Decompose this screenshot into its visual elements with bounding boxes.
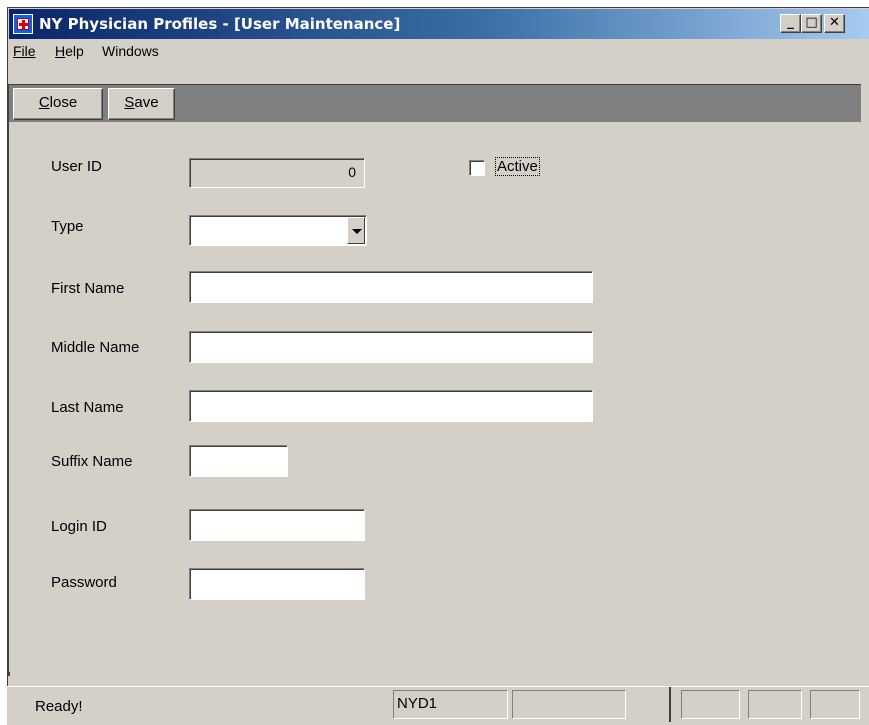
status-bar: Ready! NYD1	[7, 686, 869, 725]
status-panel-2	[512, 690, 626, 719]
suffix-name-input[interactable]	[189, 445, 288, 477]
status-panel-database: NYD1	[393, 690, 508, 719]
status-panel-5	[810, 690, 860, 719]
menu-help[interactable]: Help	[55, 43, 84, 59]
middle-name-input[interactable]	[189, 331, 593, 363]
password-label: Password	[51, 574, 117, 591]
maximize-button[interactable]: □	[801, 14, 822, 33]
close-icon: ✕	[829, 15, 840, 30]
status-separator	[669, 687, 671, 722]
menu-file[interactable]: File	[13, 43, 36, 59]
first-name-input[interactable]	[189, 271, 593, 303]
menu-windows[interactable]: Windows	[102, 43, 159, 59]
menu-bar: File Help Windows	[9, 40, 869, 62]
user-id-label: User ID	[51, 158, 102, 175]
chevron-down-icon	[352, 229, 362, 234]
type-dropdown-button[interactable]	[347, 217, 365, 244]
password-input[interactable]	[189, 568, 365, 600]
first-name-label: First Name	[51, 280, 125, 297]
active-checkbox[interactable]	[469, 160, 485, 176]
menu-file-label: File	[13, 43, 36, 59]
status-panel-4	[748, 690, 802, 719]
maximize-icon: □	[805, 15, 818, 30]
status-panel-3	[681, 690, 740, 719]
user-id-field: 0	[189, 158, 365, 188]
minimize-button[interactable]: _	[780, 14, 801, 33]
middle-name-label: Middle Name	[51, 339, 140, 356]
type-label: Type	[51, 218, 84, 235]
login-id-input[interactable]	[189, 509, 365, 541]
close-window-button[interactable]: ✕	[824, 14, 845, 33]
close-button[interactable]: Close	[13, 88, 103, 120]
last-name-input[interactable]	[189, 390, 593, 422]
window-title: NY Physician Profiles - [User Maintenanc…	[39, 15, 401, 33]
last-name-label: Last Name	[51, 399, 124, 416]
save-button[interactable]: Save	[108, 88, 175, 120]
suffix-name-label: Suffix Name	[51, 453, 133, 470]
minimize-icon: _	[787, 15, 794, 30]
app-medical-cross-icon[interactable]	[13, 14, 33, 34]
active-checkbox-label[interactable]: Active	[495, 157, 540, 176]
title-bar[interactable]: NY Physician Profiles - [User Maintenanc…	[9, 9, 869, 39]
login-id-label: Login ID	[51, 518, 107, 535]
type-select[interactable]	[189, 215, 367, 246]
toolbar: Close Save	[9, 84, 861, 122]
status-text: Ready!	[35, 698, 83, 715]
